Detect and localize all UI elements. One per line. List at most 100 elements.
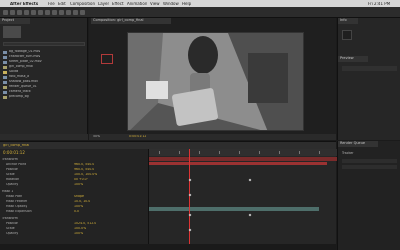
menu-edit[interactable]: Edit — [58, 2, 66, 6]
composition-icon — [3, 85, 7, 89]
zoom-tool-icon[interactable] — [17, 10, 22, 15]
project-item[interactable]: character_turn.mov — [3, 55, 83, 59]
menu-effect[interactable]: Effect — [112, 2, 124, 6]
project-search-input[interactable] — [3, 42, 85, 46]
viewer-footer: 50% 0:00:01:12 — [89, 134, 336, 140]
app-menu[interactable]: After Effects — [10, 2, 38, 6]
composition-tab[interactable]: Composition: girl_comp_final — [91, 18, 171, 24]
viewer-timecode[interactable]: 0:00:01:12 — [129, 135, 146, 138]
pan-behind-tool-icon[interactable] — [38, 10, 43, 15]
composition-viewer: Composition: girl_comp_final 50% 0:00:01… — [89, 18, 336, 140]
menu-composition[interactable]: Composition — [70, 2, 95, 6]
menu-animation[interactable]: Animation — [127, 2, 147, 6]
project-item[interactable]: street_plate_02.mov — [3, 60, 83, 64]
project-item[interactable]: shadow_pass.mov — [3, 80, 83, 84]
selection-tool-icon[interactable] — [3, 10, 8, 15]
preview-tab[interactable]: Preview — [338, 56, 368, 62]
pen-tool-icon[interactable] — [52, 10, 57, 15]
keyframe[interactable] — [248, 213, 252, 217]
project-item[interactable]: Solids — [3, 70, 83, 74]
panel-row[interactable] — [342, 165, 397, 169]
project-item[interactable]: roto_mask_a — [3, 75, 83, 79]
timeline-header: girl_comp_final — [0, 142, 336, 149]
timeline-timecode[interactable]: 0:00:01:12 — [3, 150, 25, 155]
project-thumbnail — [3, 26, 21, 38]
preview-controls[interactable] — [342, 66, 397, 71]
layer-property[interactable]: Opacity 100% — [0, 232, 148, 236]
hand-tool-icon[interactable] — [10, 10, 15, 15]
footage-icon — [3, 60, 7, 64]
info-tab[interactable]: Info — [338, 18, 358, 24]
status-bar — [0, 244, 336, 250]
layer-property[interactable]: Scale 100.0% — [0, 227, 148, 231]
layer-property[interactable]: Mask 1 — [0, 190, 148, 194]
composition-icon — [3, 95, 7, 99]
layer-property[interactable]: Position 960.0, 540.0 — [0, 168, 148, 172]
layer-property[interactable]: Rotation 0x +0.0° — [0, 178, 148, 182]
timeline-panel: girl_comp_final 0:00:01:12 Transform Anc… — [0, 141, 337, 250]
menu-view[interactable]: View — [150, 2, 160, 6]
keyframe[interactable] — [188, 178, 192, 182]
clock-status: Fri 2:41 PM — [368, 1, 391, 6]
tracker-label: Tracker — [342, 151, 354, 155]
menu-window[interactable]: Window — [163, 2, 179, 6]
project-panel: Project bg_footage_01.mov character_turn… — [0, 18, 88, 140]
project-item[interactable]: bg_footage_01.mov — [3, 50, 83, 54]
footage-icon — [3, 80, 7, 84]
keyframe[interactable] — [188, 228, 192, 232]
layer-property[interactable]: Mask Opacity 100% — [0, 205, 148, 209]
video-frame[interactable] — [127, 32, 304, 131]
layer-property[interactable]: Transform — [0, 158, 148, 162]
playhead[interactable] — [189, 149, 190, 250]
layer-property[interactable]: Mask Expansion 0.0 — [0, 210, 148, 214]
folder-icon — [3, 70, 7, 74]
text-tool-icon[interactable] — [59, 10, 64, 15]
layer-property[interactable]: Mask Path Shape — [0, 195, 148, 199]
layer-bar-red[interactable] — [149, 162, 327, 165]
layer-property[interactable]: Scale 100.0, 100.0% — [0, 173, 148, 177]
menu-file[interactable]: File — [48, 2, 55, 6]
render-panel: Render Queue Tracker — [337, 141, 400, 250]
time-ruler[interactable] — [149, 149, 337, 156]
eraser-tool-icon[interactable] — [73, 10, 78, 15]
layer-list: Transform Anchor Point 960.0, 540.0 Posit… — [0, 158, 148, 250]
mask-tool-icon[interactable] — [45, 10, 50, 15]
project-item[interactable]: render_queue_01 — [3, 85, 83, 89]
layer-property[interactable]: Opacity 100% — [0, 183, 148, 187]
timeline-tab[interactable]: girl_comp_final — [3, 144, 29, 148]
menu-bar: After Effects File Edit Composition Laye… — [0, 0, 400, 7]
panel-row[interactable] — [342, 159, 397, 163]
work-area-bar[interactable] — [149, 157, 337, 161]
render-queue-tab[interactable]: Render Queue — [338, 141, 378, 147]
camera-tool-icon[interactable] — [31, 10, 36, 15]
footage-icon — [3, 75, 7, 79]
layer-property[interactable]: Mask Feather 10.0, 10.0 — [0, 200, 148, 204]
zoom-level[interactable]: 50% — [93, 135, 100, 138]
menu-layer[interactable]: Layer — [98, 2, 109, 6]
keyframe[interactable] — [248, 178, 252, 182]
project-footer — [0, 134, 88, 140]
layer-property[interactable]: Position 1024.0, 512.0 — [0, 222, 148, 226]
tool-bar — [0, 7, 400, 18]
keyframe[interactable] — [188, 213, 192, 217]
footage-icon — [3, 90, 7, 94]
project-item[interactable]: girl_comp_final — [3, 65, 83, 69]
puppet-tool-icon[interactable] — [80, 10, 85, 15]
info-panel: Info Preview — [337, 18, 400, 140]
brush-tool-icon[interactable] — [66, 10, 71, 15]
footage-icon — [3, 50, 7, 54]
keyframe[interactable] — [188, 193, 192, 197]
project-item[interactable]: camera_track — [3, 90, 83, 94]
layer-bar-teal[interactable] — [149, 207, 319, 211]
project-item[interactable]: precomp_bg — [3, 95, 83, 99]
layer-property[interactable]: Transform — [0, 217, 148, 221]
project-tab[interactable]: Project — [0, 18, 30, 24]
mask-guide — [101, 54, 113, 64]
composition-icon — [3, 65, 7, 69]
footage-icon — [3, 55, 7, 59]
menu-help[interactable]: Help — [182, 2, 191, 6]
layer-property[interactable]: Anchor Point 960.0, 540.0 — [0, 163, 148, 167]
timeline-graph[interactable] — [148, 149, 337, 250]
street-scene — [128, 33, 303, 130]
rotate-tool-icon[interactable] — [24, 10, 29, 15]
